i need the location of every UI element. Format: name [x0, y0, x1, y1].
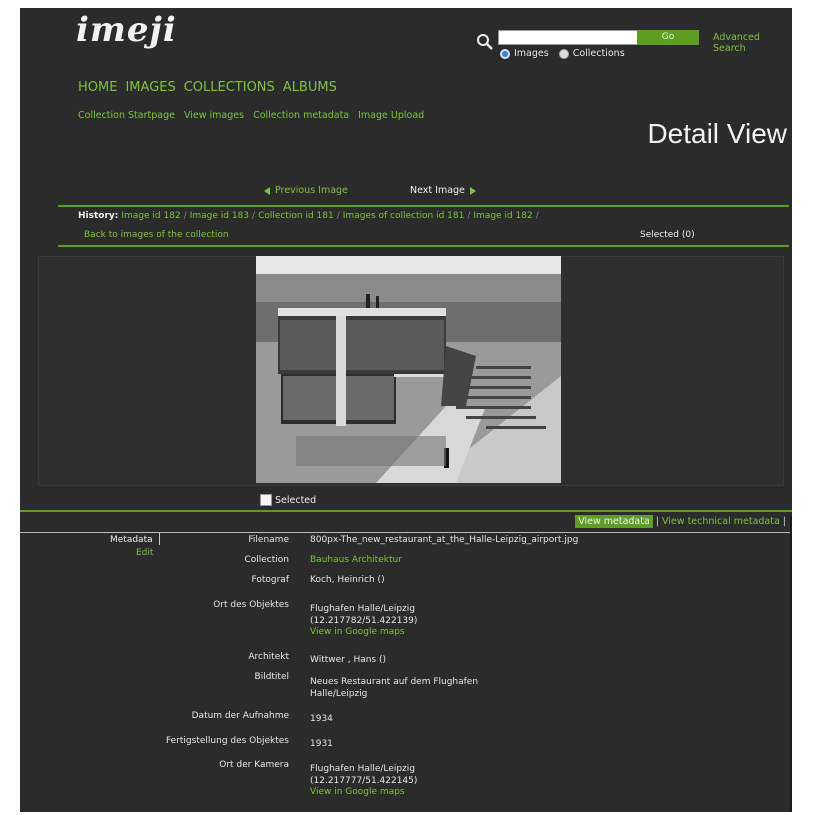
metadata-key: Datum der Aufnahme	[191, 711, 289, 721]
location-name: Flughafen Halle/Leipzig	[310, 604, 415, 614]
subnav-view-images[interactable]: View images	[184, 110, 244, 121]
metadata-value: 1931	[310, 739, 333, 749]
edit-metadata-link[interactable]: Edit	[136, 548, 153, 558]
history-item[interactable]: Images of collection id 181	[343, 211, 465, 221]
select-image-checkbox[interactable]	[260, 494, 272, 506]
divider	[58, 205, 789, 207]
nav-albums[interactable]: ALBUMS	[283, 80, 337, 95]
divider	[20, 510, 792, 512]
google-maps-link[interactable]: View in Google maps	[310, 627, 417, 639]
back-to-collection-link[interactable]: Back to images of the collection	[84, 230, 229, 240]
collection-link[interactable]: Bauhaus Architektur	[310, 555, 402, 567]
images-radio[interactable]	[500, 48, 510, 59]
selected-count[interactable]: Selected (0)	[640, 230, 695, 240]
arrow-left-icon	[264, 186, 270, 195]
divider	[20, 532, 792, 533]
metadata-key: Filename	[248, 535, 289, 545]
metadata-key: Fertigstellung des Objektes	[165, 736, 289, 746]
previous-image-label: Previous Image	[275, 185, 348, 196]
metadata-value: 1934	[310, 714, 333, 724]
page-title: Detail View	[647, 118, 787, 149]
imeji-logo[interactable]: imeji	[76, 10, 177, 50]
google-maps-link[interactable]: View in Google maps	[310, 787, 417, 799]
search-icon	[477, 34, 493, 50]
history-item[interactable]: Image id 183	[190, 211, 249, 221]
metadata-value: Wittwer , Hans ()	[310, 655, 386, 665]
images-radio-label: Images	[514, 48, 549, 59]
view-metadata-tab[interactable]: View metadata	[575, 515, 653, 528]
next-image-label: Next Image	[410, 185, 465, 196]
location-coordinates: (12.217782/51.422139)	[310, 615, 418, 626]
history-item[interactable]: Collection id 181	[258, 211, 334, 221]
nav-home[interactable]: HOME	[78, 80, 117, 95]
history-item[interactable]: Image id 182	[473, 211, 532, 221]
select-image-label: Selected	[275, 494, 317, 506]
go-button[interactable]: Go	[637, 30, 699, 45]
view-technical-metadata-tab[interactable]: View technical metadata	[662, 516, 780, 527]
metadata-value: Neues Restaurant auf dem Flughafen Halle…	[310, 677, 478, 700]
subnav-collection-metadata[interactable]: Collection metadata	[253, 110, 349, 121]
subnav-collection-startpage[interactable]: Collection Startpage	[78, 110, 175, 121]
metadata-key: Architekt	[248, 652, 289, 662]
metadata-key: Bildtitel	[254, 672, 289, 682]
metadata-key: Collection	[244, 555, 289, 565]
scrollbar-track[interactable]	[790, 516, 792, 812]
main-nav: HOME IMAGES COLLECTIONS ALBUMS	[78, 80, 337, 95]
next-image-button[interactable]: Next Image	[410, 185, 476, 196]
metadata-value: Flughafen Halle/Leipzig (12.217782/51.42…	[310, 604, 417, 639]
breadcrumb: History: Image id 182/ Image id 183/ Col…	[78, 211, 539, 221]
advanced-search-link[interactable]: Advanced Search	[713, 32, 792, 54]
subnav-image-upload[interactable]: Image Upload	[358, 110, 424, 121]
location-name: Flughafen Halle/Leipzig	[310, 764, 415, 774]
history-label: History:	[78, 211, 119, 221]
detail-photo[interactable]	[256, 256, 561, 483]
metadata-section-label: Metadata	[110, 535, 153, 545]
app-page: imeji Go Advanced Search Images Collecti…	[20, 8, 792, 812]
metadata-value: Koch, Heinrich ()	[310, 575, 385, 585]
search-input[interactable]	[498, 30, 638, 45]
collections-radio[interactable]	[558, 48, 569, 59]
metadata-value: 800px-The_new_restaurant_at_the_Halle-Le…	[310, 535, 579, 545]
metadata-value: Flughafen Halle/Leipzig (12.217777/51.42…	[310, 764, 417, 799]
metadata-key: Ort der Kamera	[219, 760, 289, 770]
arrow-right-icon	[469, 186, 476, 195]
metadata-key: Fotograf	[251, 575, 290, 585]
divider	[58, 245, 789, 247]
nav-collections[interactable]: COLLECTIONS	[184, 80, 275, 95]
collections-radio-label: Collections	[572, 48, 625, 59]
metadata-view-tabs: View metadata | View technical metadata …	[575, 515, 789, 528]
location-coordinates: (12.217777/51.422145)	[310, 775, 418, 786]
search-scope: Images Collections	[500, 48, 625, 59]
metadata-key: Ort des Objektes	[213, 600, 289, 610]
nav-images[interactable]: IMAGES	[125, 80, 175, 95]
divider	[159, 533, 160, 545]
history-item[interactable]: Image id 182	[121, 211, 180, 221]
previous-image-button[interactable]: Previous Image	[264, 185, 348, 196]
bildtitel-line: Neues Restaurant auf dem Flughafen	[310, 677, 479, 687]
sub-nav: Collection Startpage View images Collect…	[78, 110, 424, 121]
select-image-row: Selected	[260, 494, 316, 506]
bildtitel-line: Halle/Leipzig	[310, 688, 368, 699]
